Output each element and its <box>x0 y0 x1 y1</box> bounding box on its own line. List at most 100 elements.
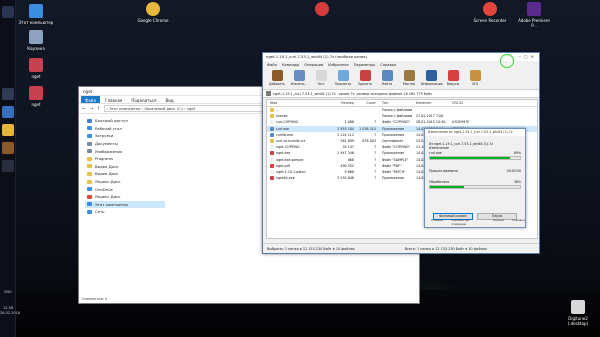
nav-item[interactable]: Видео Диск <box>85 170 165 178</box>
desktop-icon-digitune[interactable]: Digitune2 (.desktop) <box>560 300 596 326</box>
toolbar-button[interactable]: Удалить <box>355 69 375 88</box>
tool-label: Удалить <box>358 82 372 86</box>
tab-home[interactable]: Главная <box>101 96 126 103</box>
nav-item-label: Рабочий стол <box>95 125 122 131</box>
nav-item[interactable]: Быстрый доступ <box>85 117 165 125</box>
start-icon[interactable] <box>2 6 14 18</box>
desktop-icon-app[interactable] <box>304 2 340 18</box>
cell-size: 35 147 <box>342 145 354 150</box>
desktop-icon-recycle-bin[interactable]: Корзина <box>18 30 54 51</box>
tool-icon <box>469 70 481 81</box>
toolbar-button[interactable]: Найти <box>377 69 397 88</box>
explorer-taskbar-icon[interactable] <box>2 106 14 118</box>
tool-icon <box>315 70 327 81</box>
up-folder-icon[interactable] <box>266 91 271 96</box>
toolbar-button[interactable]: Тест <box>311 69 331 88</box>
cell-type: Файл "SAMPLE" <box>382 157 409 162</box>
file-icon <box>270 114 274 119</box>
menu-item[interactable]: Файл <box>267 63 277 67</box>
toolbar-button[interactable]: Вирусы <box>443 69 463 88</box>
folder-icon <box>87 187 92 192</box>
nav-item-label: Яндекс.Диск <box>95 179 121 185</box>
nav-item[interactable]: Этот компьютер <box>85 200 165 209</box>
nav-item[interactable]: Рабочий стол <box>85 125 165 133</box>
nav-item-label: Этот компьютер <box>95 201 128 207</box>
clock-time[interactable]: 12:58 <box>0 306 16 310</box>
params-link[interactable]: Параметры операции <box>451 218 485 226</box>
file-icon <box>270 126 274 131</box>
file-name: nget.exe.sample <box>276 157 304 162</box>
cell-size: 2 947 346 <box>337 151 354 156</box>
chrome-icon <box>146 2 160 16</box>
cell-packed: ? <box>374 145 376 150</box>
nav-item[interactable]: Сеть <box>85 208 165 216</box>
up-arrow-icon[interactable]: ↑ <box>96 106 100 112</box>
file-name: .. <box>276 108 279 113</box>
nav-item[interactable]: Загрузки <box>85 132 165 140</box>
toolbar-button[interactable]: Добавить <box>267 69 287 88</box>
file-name: license <box>276 114 288 119</box>
nav-item[interactable]: Видео Диск <box>85 163 165 171</box>
cell-name: nget-COPYING <box>267 145 333 150</box>
cell-size: 261 899 <box>340 139 354 144</box>
chrome-taskbar-icon[interactable] <box>2 124 14 136</box>
col-type[interactable]: Тип <box>379 101 413 105</box>
tab-share[interactable]: Поделиться <box>127 96 160 103</box>
app-taskbar-icon[interactable] <box>2 160 14 172</box>
desktop-icon-nget-2[interactable]: nget <box>18 86 54 107</box>
help-link[interactable]: Справка <box>512 218 525 226</box>
status-selected: Выбрано: 1 папка в 12 153 230 байт в 10 … <box>267 246 355 251</box>
nav-item[interactable]: Документы <box>85 140 165 148</box>
nav-item[interactable]: OneDrive <box>85 185 165 193</box>
menu-item[interactable]: Команды <box>282 63 299 67</box>
col-packed[interactable]: Сжат <box>357 101 379 105</box>
computer-icon <box>29 4 43 18</box>
tool-label: Просмотр <box>334 82 352 86</box>
toolbar-button[interactable]: Извлечь... <box>289 69 309 88</box>
folder-icon <box>87 171 92 176</box>
menu-item[interactable]: Операции <box>304 63 323 67</box>
tab-file[interactable]: Файл <box>81 96 101 103</box>
tool-icon <box>447 70 459 81</box>
col-name[interactable]: Имя <box>267 101 333 105</box>
cell-size: 3 535 848 <box>337 176 354 181</box>
back-arrow-icon[interactable]: ← <box>82 106 86 112</box>
desktop-icon-chrome[interactable]: Google Chrome <box>135 2 171 23</box>
col-crc[interactable]: CRC32 <box>449 101 477 105</box>
desktop-icon-screen-recorder[interactable]: Screen Recorder <box>472 2 508 23</box>
nav-item[interactable]: Изображения <box>85 147 165 155</box>
forward-arrow-icon[interactable]: → <box>89 106 93 112</box>
explorer-nav-pane: Быстрый доступ Рабочий стол Загрузки Докуме… <box>85 117 165 216</box>
dialog-links: Отмена Параметры операции Режим Справка <box>431 218 525 226</box>
desktop-icon-nget-1[interactable]: nget <box>18 58 54 79</box>
cell-packed: ? <box>374 132 376 137</box>
archive-icon <box>29 58 43 72</box>
toolbar-button[interactable]: SFX <box>465 69 485 88</box>
lang-indicator[interactable]: ENG <box>0 290 16 294</box>
col-modified[interactable]: Изменён <box>413 101 449 105</box>
nav-item[interactable]: Programs <box>85 155 165 163</box>
nav-item-label: Быстрый доступ <box>95 118 128 124</box>
toolbar-button[interactable]: Мастер <box>399 69 419 88</box>
menu-item[interactable]: Параметры <box>354 63 376 67</box>
cancel-link[interactable]: Отмена <box>431 218 443 226</box>
cell-name: curl-COPYING <box>267 120 333 125</box>
mode-link[interactable]: Режим <box>493 218 504 226</box>
winrar-taskbar-icon[interactable] <box>2 142 14 154</box>
file-name: nget64.exe <box>276 176 295 181</box>
menu-item[interactable]: Избранное <box>328 63 348 67</box>
toolbar-button[interactable]: Просмотр <box>333 69 353 88</box>
toolbar-button[interactable]: Информация <box>421 69 443 88</box>
desktop-icon-premiere[interactable]: Adobe Premiere P... <box>516 2 552 28</box>
search-icon[interactable] <box>2 88 14 100</box>
premiere-icon <box>527 2 541 16</box>
nav-item[interactable]: Яндекс.Диск <box>85 178 165 186</box>
tab-view[interactable]: Вид <box>161 96 177 103</box>
nav-item[interactable]: Яндекс Диск <box>85 193 165 201</box>
nav-item-label: Загрузки <box>95 133 114 139</box>
window-controls[interactable]: –▢✕ <box>519 54 537 59</box>
col-size[interactable]: Размер <box>333 101 357 105</box>
tool-label: Вирусы <box>446 82 460 86</box>
menu-item[interactable]: Справка <box>380 63 396 67</box>
desktop-icon-this-pc[interactable]: Этот компьютер <box>18 4 54 25</box>
